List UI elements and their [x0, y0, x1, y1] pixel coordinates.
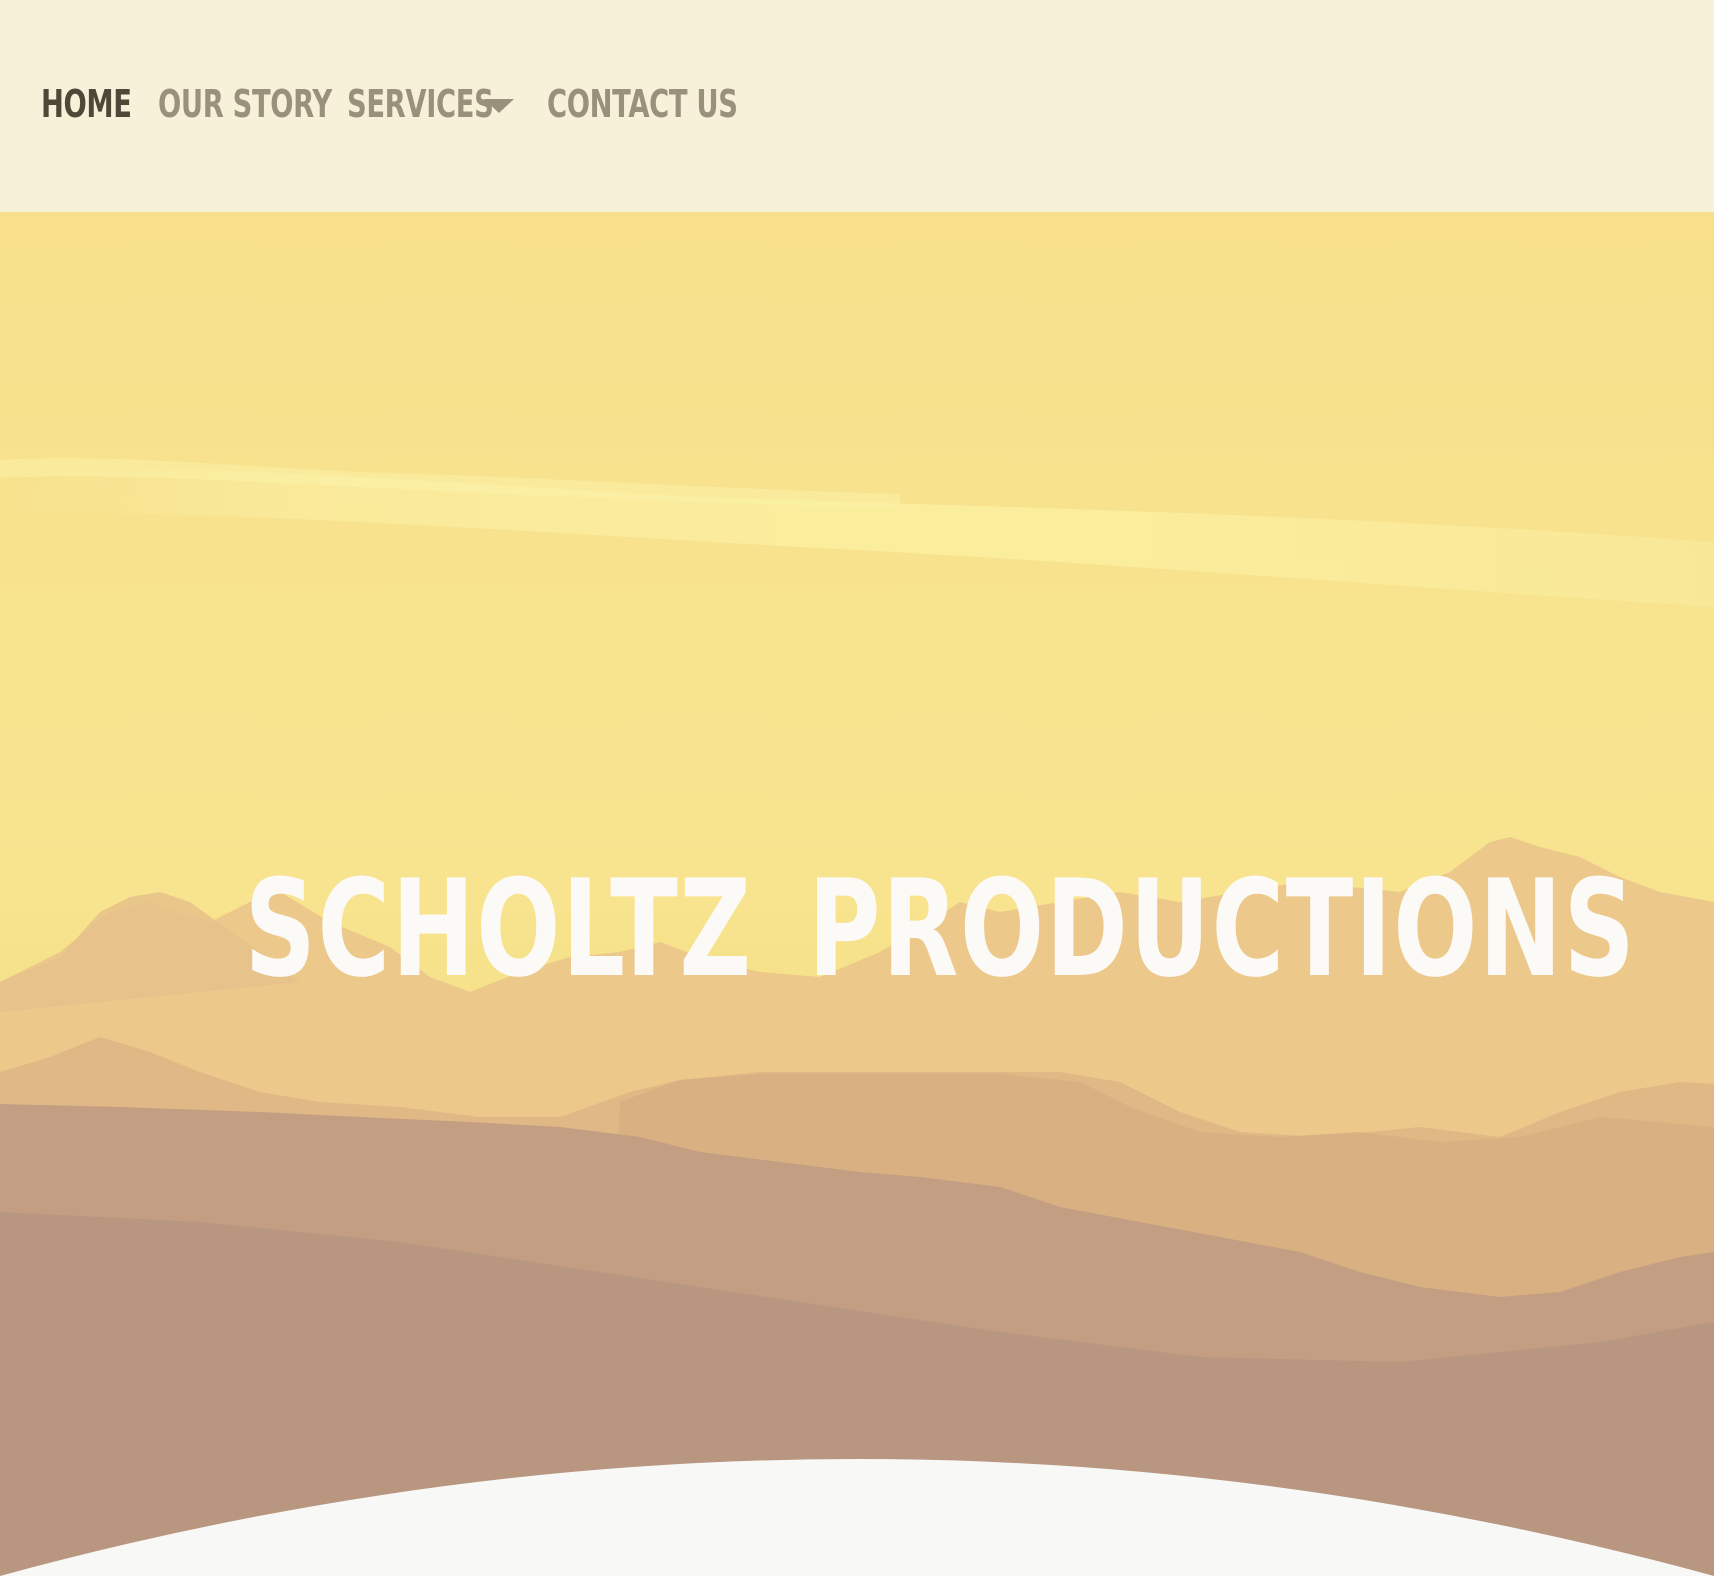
nav-item-label: HOME	[41, 82, 132, 126]
nav-item-contact-us[interactable]: CONTACT US	[547, 85, 738, 123]
hero: SCHOLTZ PRODUCTIONS	[0, 212, 1714, 1576]
nav-item-label: CONTACT US	[547, 82, 738, 126]
nav-item-label: OUR STORY	[158, 82, 332, 126]
nav-item-our-story[interactable]: OUR STORY	[158, 85, 332, 123]
nav-item-home[interactable]: HOME	[41, 85, 132, 123]
hero-title: SCHOLTZ PRODUCTIONS	[0, 862, 1714, 996]
page: HOME OUR STORY SERVICES CONTACT US SCHOL…	[0, 0, 1714, 1576]
main-nav: HOME OUR STORY SERVICES CONTACT US	[41, 76, 760, 132]
nav-item-label: SERVICES	[347, 82, 494, 126]
nav-item-services[interactable]: SERVICES	[347, 85, 494, 123]
hero-title-text: SCHOLTZ PRODUCTIONS	[244, 850, 1637, 1007]
navbar: HOME OUR STORY SERVICES CONTACT US	[0, 0, 1714, 212]
